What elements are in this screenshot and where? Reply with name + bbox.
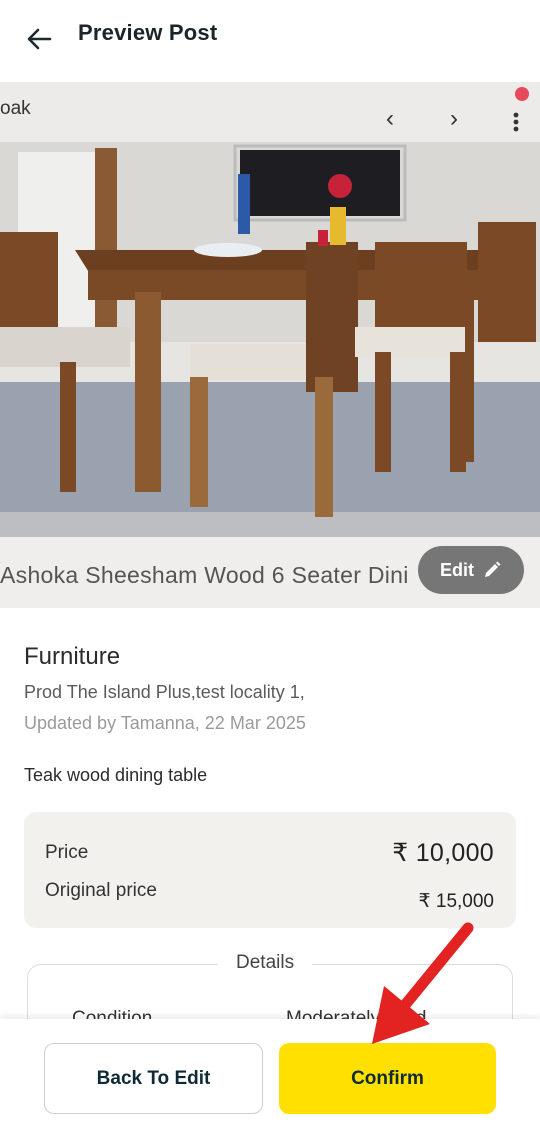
listing-category: Furniture: [24, 643, 121, 670]
app-header: Preview Post: [0, 0, 540, 82]
pencil-icon: [485, 561, 501, 577]
details-title: Details: [218, 952, 313, 974]
bottom-action-bar: Back To Edit Confirm: [0, 1019, 540, 1139]
photo-caption: Ashoka Sheesham Wood 6 Seater Dini: [0, 562, 409, 588]
original-price-value: ₹ 15,000: [418, 891, 494, 912]
confirm-button[interactable]: Confirm: [279, 1043, 496, 1114]
price-value: ₹ 10,000: [392, 839, 494, 867]
svg-text:‹: ‹: [386, 105, 394, 132]
price-card: Price ₹ 10,000 Original price ₹ 15,000: [24, 812, 516, 928]
original-price-label: Original price: [45, 880, 157, 901]
listing-description: Teak wood dining table: [24, 765, 208, 785]
price-label: Price: [45, 842, 89, 863]
edit-label: Edit: [440, 559, 474, 580]
page-title: Preview Post: [78, 20, 218, 45]
listing-location: Prod The Island Plus,test locality 1,: [24, 682, 305, 702]
edit-photo-button[interactable]: Edit: [418, 546, 524, 594]
listing-updated: Updated by Tamanna, 22 Mar 2025: [24, 713, 306, 733]
arrow-left-icon[interactable]: [24, 24, 54, 54]
listing-photo[interactable]: ‹ ›: [0, 82, 540, 608]
svg-text:›: ›: [450, 105, 458, 132]
photo-browser-text: oak: [0, 98, 31, 119]
back-to-edit-button[interactable]: Back To Edit: [44, 1043, 263, 1114]
dining-table-image: ‹ ›: [0, 82, 540, 608]
